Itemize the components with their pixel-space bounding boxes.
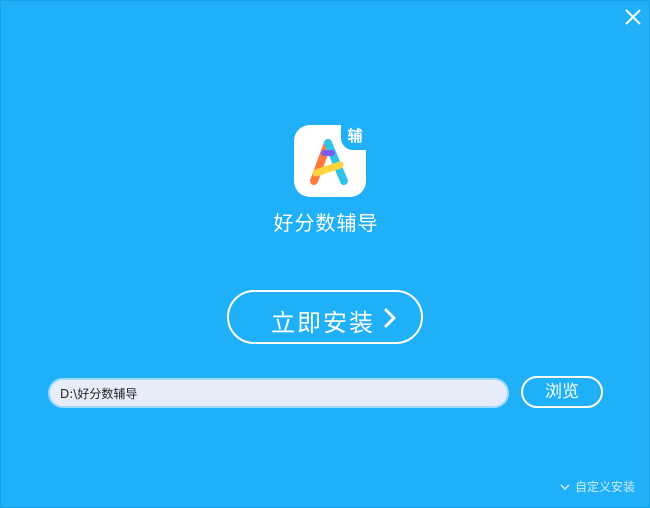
- custom-install-link[interactable]: 自定义安装: [560, 478, 635, 495]
- close-icon: [625, 9, 641, 25]
- install-button-label: 立即安装: [271, 309, 375, 337]
- install-path-input[interactable]: [48, 378, 509, 408]
- close-button[interactable]: [623, 7, 643, 27]
- app-badge: 辅: [341, 125, 366, 150]
- app-icon: 辅: [294, 125, 366, 197]
- install-button[interactable]: 立即安装: [227, 290, 423, 344]
- chevron-right-icon: [384, 308, 396, 328]
- custom-install-label: 自定义安装: [574, 480, 635, 494]
- installer-window: 辅 好分数辅导 立即安装 浏览 自定义安装: [0, 0, 650, 508]
- chevron-down-icon: [560, 483, 570, 490]
- browse-button[interactable]: 浏览: [521, 376, 603, 408]
- app-name: 好分数辅导: [273, 211, 379, 235]
